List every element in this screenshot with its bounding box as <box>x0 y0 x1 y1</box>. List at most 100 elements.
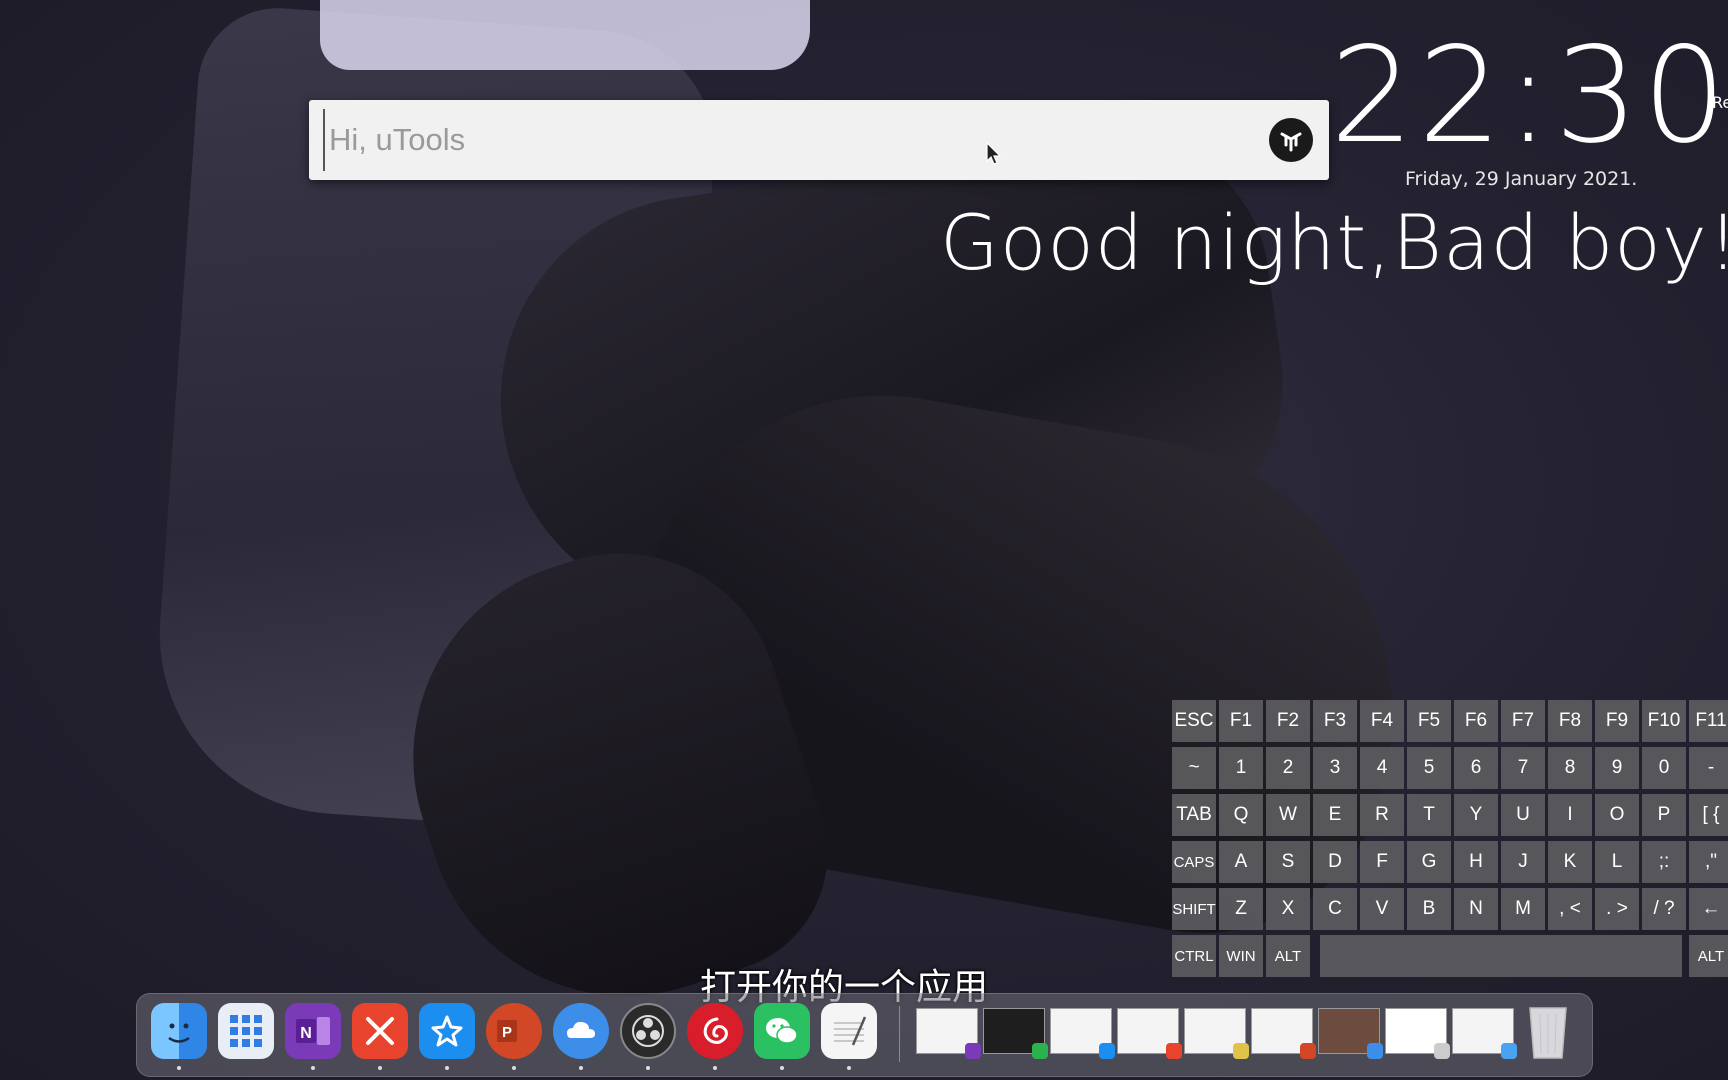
key-f4[interactable]: F4 <box>1360 700 1404 742</box>
onenote-badge-icon <box>965 1043 981 1059</box>
window-thumbnail-onenote[interactable] <box>916 1008 981 1059</box>
key-f[interactable]: F <box>1360 841 1404 883</box>
notes-badge-icon <box>1233 1043 1249 1059</box>
key-p[interactable]: P <box>1642 794 1686 836</box>
xmind-icon[interactable] <box>352 1003 408 1059</box>
notes-icon[interactable] <box>821 1003 877 1059</box>
key-u[interactable]: U <box>1501 794 1545 836</box>
key-7[interactable]: 7 <box>1501 747 1545 789</box>
key-i[interactable]: I <box>1548 794 1592 836</box>
key-f7[interactable]: F7 <box>1501 700 1545 742</box>
key-tab[interactable]: TAB <box>1172 794 1216 836</box>
greeting-text: Good night,Bad boy! <box>940 198 1728 287</box>
key-f10[interactable]: F10 <box>1642 700 1686 742</box>
key-bracket[interactable]: [ { <box>1689 794 1728 836</box>
wallpaper-shirt <box>320 0 810 70</box>
key-alt-left[interactable]: ALT <box>1266 935 1310 977</box>
key-f8[interactable]: F8 <box>1548 700 1592 742</box>
key-t[interactable]: T <box>1407 794 1451 836</box>
key-q[interactable]: Q <box>1219 794 1263 836</box>
onenote-icon[interactable]: N <box>285 1003 341 1059</box>
key-minus[interactable]: - <box>1689 747 1728 789</box>
key-z[interactable]: Z <box>1219 888 1263 930</box>
key-9[interactable]: 9 <box>1595 747 1639 789</box>
cloud-app-icon[interactable] <box>553 1003 609 1059</box>
obs-icon[interactable] <box>620 1003 676 1059</box>
xmind-badge-icon <box>1166 1043 1182 1059</box>
key-1[interactable]: 1 <box>1219 747 1263 789</box>
key-e[interactable]: E <box>1313 794 1357 836</box>
key-l[interactable]: L <box>1595 841 1639 883</box>
key-tilde[interactable]: ~ <box>1172 747 1216 789</box>
key-h[interactable]: H <box>1454 841 1498 883</box>
running-indicator <box>646 1066 650 1070</box>
key-g[interactable]: G <box>1407 841 1451 883</box>
key-d[interactable]: D <box>1313 841 1357 883</box>
key-b[interactable]: B <box>1407 888 1451 930</box>
powerpoint-icon[interactable]: P <box>486 1003 542 1059</box>
key-m[interactable]: M <box>1501 888 1545 930</box>
key-y[interactable]: Y <box>1454 794 1498 836</box>
key-caps[interactable]: CAPS <box>1172 841 1216 883</box>
key-slash[interactable]: / ? <box>1642 888 1686 930</box>
key-f2[interactable]: F2 <box>1266 700 1310 742</box>
key-f5[interactable]: F5 <box>1407 700 1451 742</box>
dock: N P <box>136 993 1593 1077</box>
key-win[interactable]: WIN <box>1219 935 1263 977</box>
search-input[interactable] <box>323 109 1269 171</box>
utools-logo-icon[interactable] <box>1269 118 1313 162</box>
window-thumbnail-powerpoint[interactable] <box>1251 1008 1316 1059</box>
key-v[interactable]: V <box>1360 888 1404 930</box>
pen-badge-icon <box>1434 1043 1450 1059</box>
key-esc[interactable]: ESC <box>1172 700 1216 742</box>
key-8[interactable]: 8 <box>1548 747 1592 789</box>
netease-music-icon[interactable] <box>687 1003 743 1059</box>
key-4[interactable]: 4 <box>1360 747 1404 789</box>
key-shift[interactable]: SHIFT <box>1172 888 1216 930</box>
svg-text:N: N <box>300 1025 312 1042</box>
key-3[interactable]: 3 <box>1313 747 1357 789</box>
key-f6[interactable]: F6 <box>1454 700 1498 742</box>
key-s[interactable]: S <box>1266 841 1310 883</box>
key-5[interactable]: 5 <box>1407 747 1451 789</box>
svg-text:P: P <box>502 1024 512 1041</box>
window-thumbnail-photo[interactable] <box>1318 1008 1383 1059</box>
key-comma[interactable]: , < <box>1548 888 1592 930</box>
key-0[interactable]: 0 <box>1642 747 1686 789</box>
key-quote[interactable]: ," <box>1689 841 1728 883</box>
key-j[interactable]: J <box>1501 841 1545 883</box>
key-o[interactable]: O <box>1595 794 1639 836</box>
window-thumbnail-blank[interactable] <box>1385 1008 1450 1059</box>
key-f11[interactable]: F11 <box>1689 700 1728 742</box>
key-backspace[interactable]: ← <box>1689 888 1728 930</box>
utools-search-bar <box>309 100 1329 180</box>
key-a[interactable]: A <box>1219 841 1263 883</box>
key-ctrl[interactable]: CTRL <box>1172 935 1216 977</box>
window-thumbnail-terminal[interactable] <box>983 1008 1048 1059</box>
key-x[interactable]: X <box>1266 888 1310 930</box>
key-2[interactable]: 2 <box>1266 747 1310 789</box>
key-f3[interactable]: F3 <box>1313 700 1357 742</box>
key-f9[interactable]: F9 <box>1595 700 1639 742</box>
key-f1[interactable]: F1 <box>1219 700 1263 742</box>
finder-icon[interactable] <box>151 1003 207 1059</box>
key-w[interactable]: W <box>1266 794 1310 836</box>
key-space[interactable] <box>1320 935 1682 977</box>
launchpad-icon[interactable] <box>218 1003 274 1059</box>
window-thumbnail-app-star[interactable] <box>1050 1008 1115 1059</box>
key-r[interactable]: R <box>1360 794 1404 836</box>
wechat-icon[interactable] <box>754 1003 810 1059</box>
key-6[interactable]: 6 <box>1454 747 1498 789</box>
window-thumbnail-xmind[interactable] <box>1117 1008 1182 1059</box>
key-semicolon[interactable]: ;: <box>1642 841 1686 883</box>
clock-date: Friday, 29 January 2021. <box>1405 168 1638 190</box>
key-c[interactable]: C <box>1313 888 1357 930</box>
trash-icon[interactable] <box>1523 1003 1573 1059</box>
key-alt-right[interactable]: ALT <box>1689 935 1728 977</box>
key-k[interactable]: K <box>1548 841 1592 883</box>
window-thumbnail-finder[interactable] <box>1452 1008 1517 1059</box>
key-period[interactable]: . > <box>1595 888 1639 930</box>
app-star-icon[interactable] <box>419 1003 475 1059</box>
window-thumbnail-notes[interactable] <box>1184 1008 1249 1059</box>
key-n[interactable]: N <box>1454 888 1498 930</box>
